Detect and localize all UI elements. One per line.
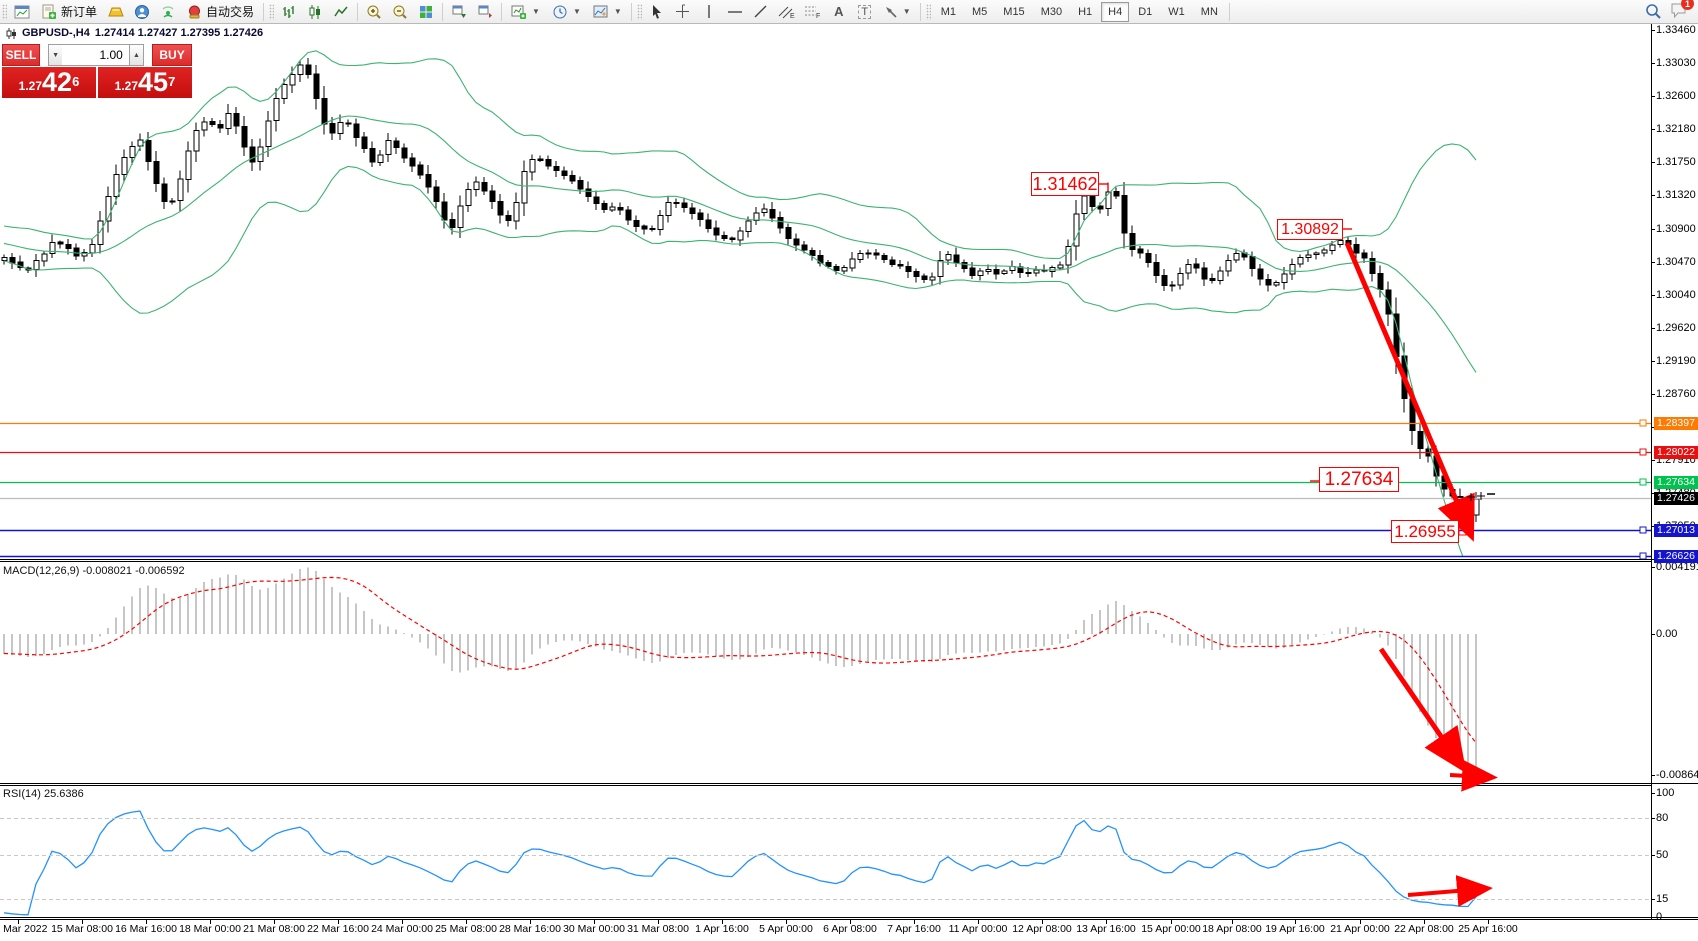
symbol-info-line: GBPUSD-,H4 1.27414 1.27427 1.27395 1.274…: [6, 27, 263, 39]
chart-surface[interactable]: [0, 0, 1698, 941]
rsi-axis-label: 0: [1656, 911, 1662, 923]
time-axis-label: 11 Apr 00:00: [949, 923, 1008, 935]
time-axis-label: 31 Mar 08:00: [627, 923, 689, 935]
time-axis-label: 22 Mar 16:00: [307, 923, 369, 935]
volume-input[interactable]: 1.00: [62, 44, 129, 66]
sell-button[interactable]: SELL: [2, 44, 40, 66]
sell-price-pip: 6: [72, 67, 79, 97]
price-line-label: 1.28022: [1654, 446, 1698, 459]
price-line-label: 1.27634: [1654, 476, 1698, 489]
time-axis-label: 18 Mar 00:00: [179, 923, 241, 935]
price-axis-label: 1.30900: [1656, 223, 1696, 235]
time-axis-label: 25 Apr 16:00: [1458, 923, 1518, 935]
mini-candles-icon: [6, 28, 17, 39]
price-annotation-box[interactable]: 1.31462: [1031, 172, 1099, 196]
price-axis-label: 1.31320: [1656, 189, 1696, 201]
price-line-label: 1.26626: [1654, 550, 1698, 563]
price-axis-label: 1.30470: [1656, 256, 1696, 268]
rsi-axis-label: 15: [1656, 893, 1668, 905]
price-annotation-box[interactable]: 1.26955: [1391, 520, 1459, 543]
time-axis-label: 28 Mar 16:00: [499, 923, 561, 935]
price-axis-label: 1.29620: [1656, 322, 1696, 334]
time-axis-label: 6 Apr 08:00: [823, 923, 877, 935]
time-axis-label: 7 Apr 16:00: [887, 923, 941, 935]
rsi-axis-label: 50: [1656, 849, 1668, 861]
time-axis-label: 13 Apr 16:00: [1076, 923, 1136, 935]
time-axis-label: 22 Apr 08:00: [1394, 923, 1454, 935]
time-axis-label: 15 Apr 00:00: [1141, 923, 1201, 935]
time-axis-label: 15 Mar 08:00: [51, 923, 113, 935]
macd-indicator-label: MACD(12,26,9) -0.008021 -0.006592: [3, 565, 185, 577]
time-axis-label: 14 Mar 2022: [0, 923, 47, 935]
price-axis-label: 1.31750: [1656, 156, 1696, 168]
time-axis-label: 5 Apr 00:00: [759, 923, 813, 935]
time-axis-label: 21 Apr 00:00: [1330, 923, 1390, 935]
price-axis-label: 1.32600: [1656, 90, 1696, 102]
time-axis-label: 1 Apr 16:00: [695, 923, 749, 935]
time-axis-label: 12 Apr 08:00: [1012, 923, 1072, 935]
one-click-trading-panel: SELL ▼ 1.00 ▲ BUY 1.27426 1.27457: [2, 44, 192, 98]
price-annotation-box[interactable]: 1.27634: [1319, 467, 1399, 492]
price-line-label: 1.28397: [1654, 417, 1698, 430]
price-axis-label: 1.33460: [1656, 24, 1696, 36]
buy-button[interactable]: BUY: [152, 44, 192, 66]
sell-price-base: 1.27: [19, 76, 42, 96]
price-axis-label: 1.28760: [1656, 388, 1696, 400]
macd-axis-label: 0.00: [1656, 628, 1677, 640]
price-axis-label: 1.29190: [1656, 355, 1696, 367]
volume-increase-button[interactable]: ▲: [129, 44, 144, 66]
time-axis-label: 18 Apr 08:00: [1202, 923, 1262, 935]
price-axis-label: 1.33030: [1656, 57, 1696, 69]
buy-price-display[interactable]: 1.27457: [98, 67, 192, 98]
buy-price-pip: 7: [168, 67, 175, 97]
sell-price-main: 42: [42, 69, 72, 96]
price-axis-label: 1.32180: [1656, 123, 1696, 135]
price-line-label: 1.27013: [1654, 524, 1698, 537]
time-axis-label: 24 Mar 00:00: [371, 923, 433, 935]
time-axis-label: 25 Mar 08:00: [435, 923, 497, 935]
buy-price-base: 1.27: [115, 76, 138, 96]
rsi-axis-label: 80: [1656, 812, 1668, 824]
price-axis-label: 1.30040: [1656, 289, 1696, 301]
macd-axis-label: -0.008647: [1656, 769, 1698, 781]
volume-decrease-button[interactable]: ▼: [48, 44, 62, 66]
time-axis-label: 16 Mar 16:00: [115, 923, 177, 935]
sell-price-display[interactable]: 1.27426: [2, 67, 96, 98]
time-axis-label: 19 Apr 16:00: [1265, 923, 1325, 935]
symbol-period-label: GBPUSD-,H4: [22, 27, 90, 39]
rsi-indicator-label: RSI(14) 25.6386: [3, 788, 84, 800]
time-axis-label: 21 Mar 08:00: [243, 923, 305, 935]
buy-price-main: 45: [138, 69, 168, 96]
mt4-window: 新订单 自动交易: [0, 0, 1698, 941]
price-annotation-box[interactable]: 1.30892: [1277, 219, 1343, 240]
time-axis-label: 30 Mar 00:00: [563, 923, 625, 935]
ohlc-values: 1.27414 1.27427 1.27395 1.27426: [95, 27, 263, 39]
price-line-label: 1.27426: [1654, 492, 1698, 505]
rsi-axis-label: 100: [1656, 787, 1674, 799]
